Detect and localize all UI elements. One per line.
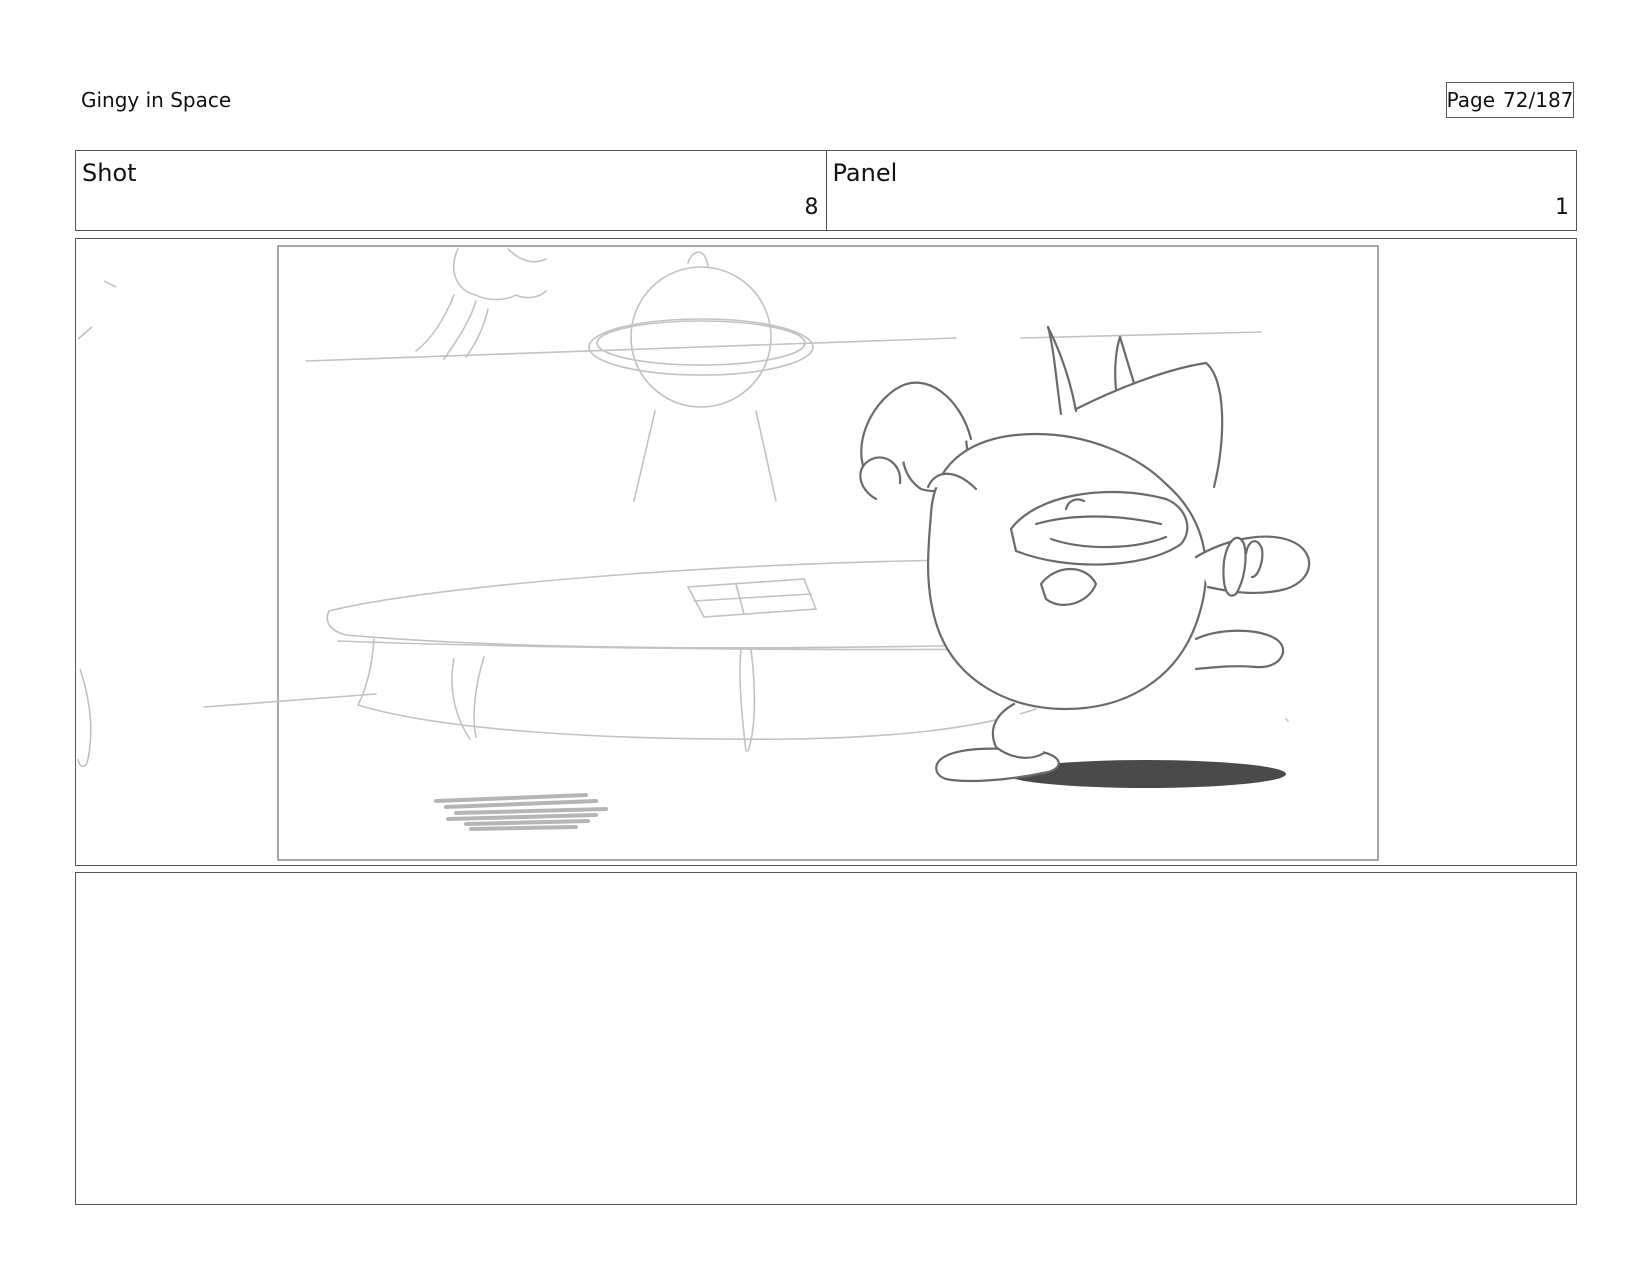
storyboard-frame <box>75 238 1577 866</box>
page-label: Page <box>1446 88 1496 112</box>
floor-scribble <box>434 793 608 831</box>
panel-label: Panel <box>832 159 898 187</box>
shot-panel-header: Shot 8 Panel 1 <box>75 150 1577 231</box>
shot-cell: Shot 8 <box>76 151 826 230</box>
shot-number: 8 <box>804 195 819 220</box>
storyboard-sketch <box>77 245 1379 861</box>
project-title: Gingy in Space <box>81 88 232 112</box>
page-indicator: Page 72/187 <box>1446 82 1574 118</box>
gingy-character <box>859 325 1311 783</box>
page-number: 72/187 <box>1503 88 1574 112</box>
panel-cell: Panel 1 <box>825 151 1577 230</box>
shot-label: Shot <box>82 159 137 187</box>
edge-sketch-lines <box>77 280 117 768</box>
panel-number: 1 <box>1555 195 1569 220</box>
notes-area <box>75 872 1577 1205</box>
